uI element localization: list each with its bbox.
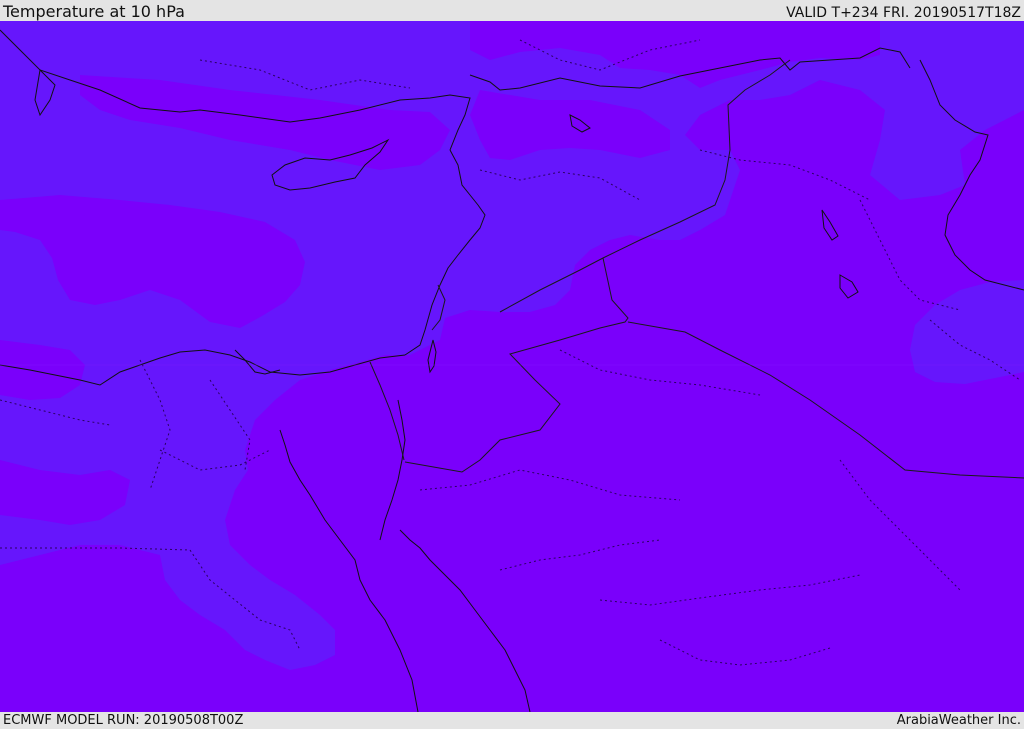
credit-label: ArabiaWeather Inc. — [896, 713, 1021, 728]
model-run-label: ECMWF MODEL RUN: 20190508T00Z — [3, 713, 244, 728]
footer-bar: ECMWF MODEL RUN: 20190508T00Z ArabiaWeat… — [0, 712, 1024, 729]
temperature-map[interactable] — [0, 21, 1024, 712]
header-bar: Temperature at 10 hPa VALID T+234 FRI. 2… — [0, 0, 1024, 21]
map-canvas — [0, 21, 1024, 712]
map-title: Temperature at 10 hPa — [3, 2, 185, 21]
valid-time-label: VALID T+234 FRI. 20190517T18Z — [786, 5, 1021, 21]
